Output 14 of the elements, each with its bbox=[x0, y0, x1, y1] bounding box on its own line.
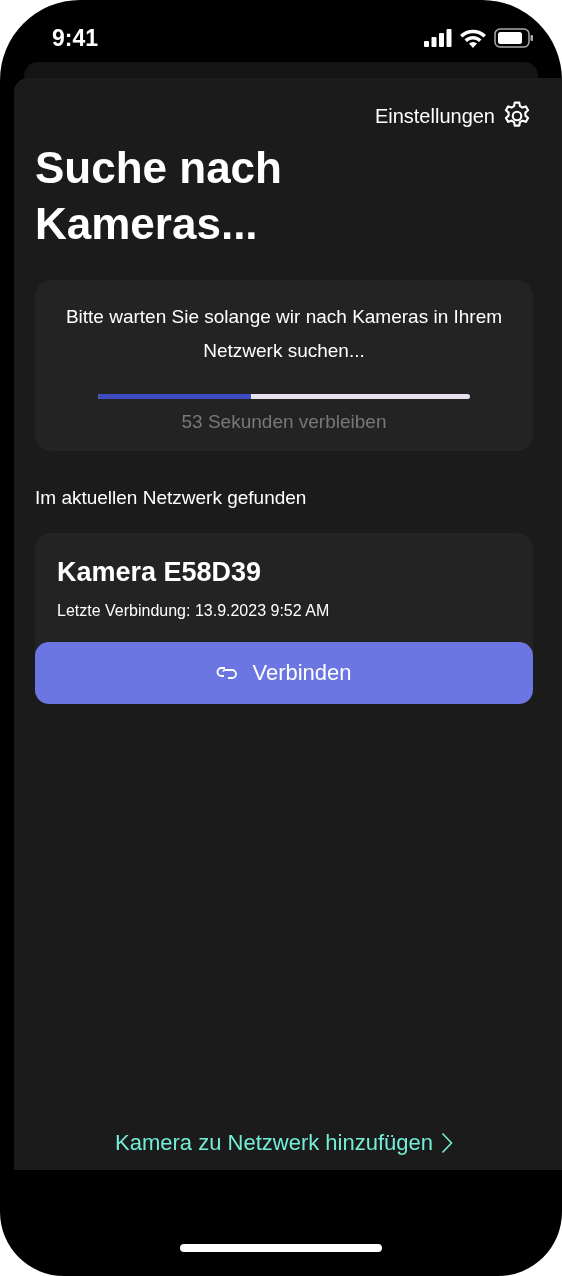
wifi-icon bbox=[460, 28, 486, 48]
battery-icon bbox=[494, 28, 534, 48]
camera-name: Kamera E58D39 bbox=[57, 557, 263, 588]
signal-icon bbox=[424, 29, 452, 47]
chevron-right-icon bbox=[440, 1132, 453, 1154]
last-connection: Letzte Verbindung: 13.9.2023 9:52 AM bbox=[57, 602, 331, 620]
remaining-time: 53 Sekunden verbleiben bbox=[180, 411, 388, 433]
page-title: Suche nach Kameras... bbox=[35, 142, 283, 250]
settings-button[interactable]: Einstellungen bbox=[374, 100, 533, 132]
search-message: Bitte warten Sie solange wir nach Kameras in Ihrem Netzwerk suchen... bbox=[64, 305, 504, 363]
connect-button[interactable]: Verbinden bbox=[35, 642, 533, 704]
add-camera-link[interactable]: Kamera zu Netzwerk hinzufügen bbox=[115, 1130, 453, 1156]
status-time: 9:41 bbox=[52, 24, 99, 52]
section-heading: Im aktuellen Netzwerk gefunden bbox=[35, 487, 308, 509]
